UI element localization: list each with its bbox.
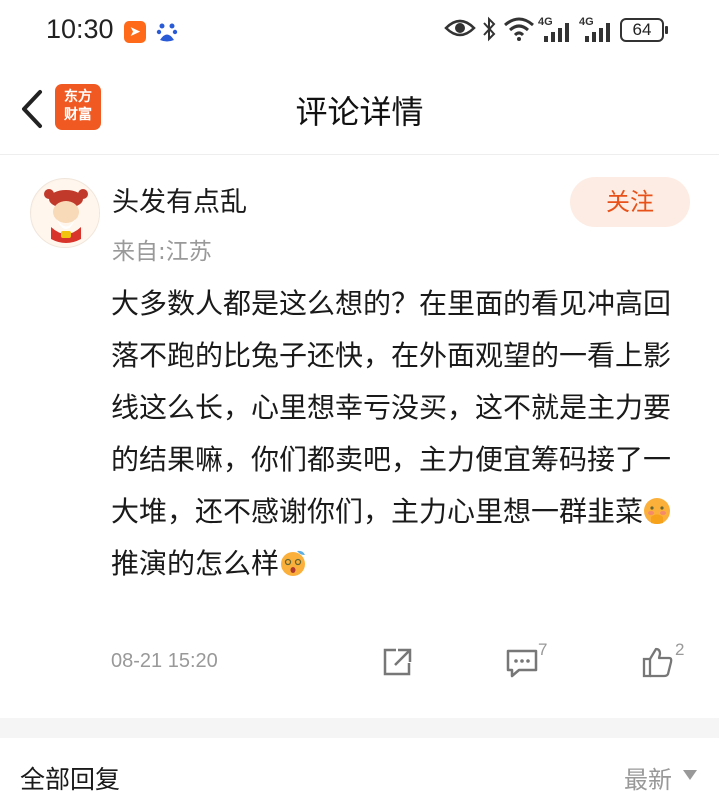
- comment-text-end: 推演的怎么样: [111, 547, 280, 580]
- all-replies-heading: 全部回复: [20, 765, 121, 794]
- status-time: 10:30: [46, 14, 114, 44]
- like-count: 2: [675, 640, 685, 659]
- status-bar: 10:30 ➤ 4G 4G 64: [0, 0, 719, 64]
- dizzy-face-emoji: [281, 550, 306, 576]
- hand-over-mouth-emoji: [644, 498, 671, 524]
- comment-date: 08-21 15:20: [111, 650, 218, 672]
- baidu-icon: [156, 23, 178, 42]
- avatar[interactable]: [30, 178, 100, 248]
- battery-indicator: 64: [620, 18, 668, 42]
- user-location: 来自:江苏: [112, 239, 212, 265]
- message-app-icon: ➤: [124, 21, 146, 43]
- like-icon[interactable]: [641, 646, 675, 678]
- eye-icon: [444, 19, 476, 37]
- page-title: 评论详情: [295, 93, 424, 131]
- section-divider: [0, 718, 719, 738]
- sort-dropdown[interactable]: 最新: [624, 760, 672, 795]
- caret-down-icon[interactable]: [683, 770, 697, 780]
- reply-count: 7: [538, 640, 548, 659]
- comment-body: 大多数人都是这么想的？在里面的看见冲高回落不跑的比兔子还快，在外面观望的一看上影…: [111, 278, 693, 590]
- comment-text: 大多数人都是这么想的？在里面的看见冲高回落不跑的比兔子还快，在外面观望的一看上影…: [111, 287, 672, 528]
- bluetooth-icon: [483, 16, 496, 42]
- wifi-icon: [504, 17, 534, 41]
- username[interactable]: 头发有点乱: [112, 180, 247, 219]
- reply-icon[interactable]: [505, 646, 539, 678]
- share-icon[interactable]: [380, 646, 414, 678]
- signal-4g-icon: 4G: [579, 16, 615, 44]
- follow-button[interactable]: 关注: [570, 177, 690, 227]
- signal-4g-icon: 4G: [538, 16, 574, 44]
